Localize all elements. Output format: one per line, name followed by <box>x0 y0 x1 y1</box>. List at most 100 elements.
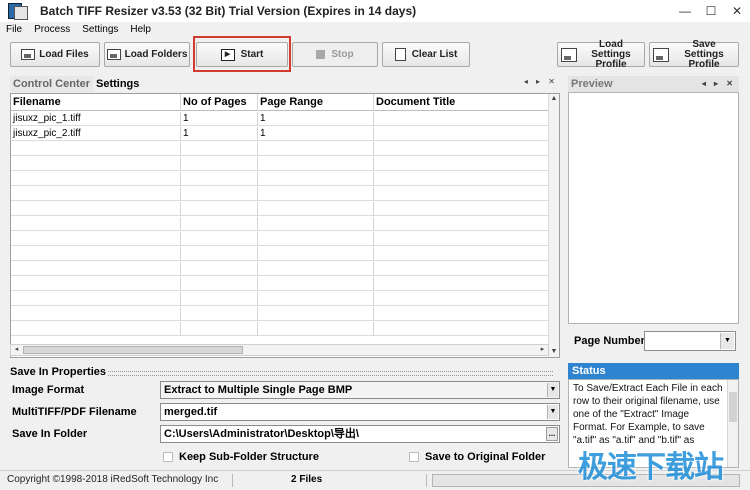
preview-title: Preview <box>571 78 613 90</box>
grid-vertical-scrollbar[interactable]: ▲ ▼ <box>548 94 559 357</box>
checkbox-icon[interactable] <box>163 452 173 462</box>
save-original-label: Save to Original Folder <box>425 451 546 463</box>
column-header-document-title[interactable]: Document Title <box>374 94 549 111</box>
save-original-checkbox[interactable]: Save to Original Folder <box>409 451 545 463</box>
save-folder-label: Save In Folder <box>12 428 88 440</box>
status-header: Status <box>568 363 739 379</box>
tab-scroll-arrows[interactable]: ◂ ▸ ✕ <box>524 77 558 86</box>
tab-settings[interactable]: Settings <box>93 76 142 92</box>
preview-area <box>568 92 739 324</box>
load-folders-label: Load Folders <box>124 49 188 60</box>
load-profile-label: Load Settings Profile <box>591 38 631 70</box>
file-grid: Filename No of Pages Page Range Document… <box>10 93 560 358</box>
multitiff-filename-value: merged.tif <box>164 406 218 418</box>
empty-row <box>11 172 549 186</box>
title-bar: Batch TIFF Resizer v3.53 (32 Bit) Trial … <box>0 0 750 22</box>
chevron-down-icon[interactable]: ▼ <box>547 383 558 397</box>
image-icon <box>21 49 36 60</box>
empty-row <box>11 202 549 216</box>
save-settings-profile-button[interactable]: Save Settings Profile <box>649 38 739 70</box>
empty-row <box>11 262 549 276</box>
empty-row <box>11 232 549 246</box>
load-settings-profile-button[interactable]: Load Settings Profile <box>557 38 645 70</box>
multitiff-filename-field[interactable]: merged.tif ▼ <box>160 403 560 421</box>
preview-scroll-arrows[interactable]: ◂ ▸ ✕ <box>702 76 736 92</box>
menu-process[interactable]: Process <box>28 24 76 35</box>
load-files-button[interactable]: Load Files <box>10 42 100 67</box>
browse-button[interactable]: ... <box>546 427 558 441</box>
column-header-page-range[interactable]: Page Range <box>258 94 374 111</box>
stop-button[interactable]: Stop <box>292 42 378 67</box>
save-profile-label: Save Settings Profile <box>684 38 724 70</box>
tab-control-center[interactable]: Control Center <box>10 76 93 92</box>
empty-row <box>11 247 549 261</box>
scroll-thumb[interactable] <box>23 346 243 354</box>
cell-page-range: 1 <box>258 112 374 126</box>
menu-file[interactable]: File <box>0 24 28 35</box>
empty-row <box>11 142 549 156</box>
menu-help[interactable]: Help <box>124 24 157 35</box>
empty-row <box>11 277 549 291</box>
empty-row <box>11 292 549 306</box>
scroll-right-icon[interactable]: ▸ <box>537 345 548 355</box>
menu-bar: File Process Settings Help <box>0 22 750 37</box>
scroll-left-icon[interactable]: ◂ <box>11 345 22 355</box>
load-files-label: Load Files <box>39 49 89 60</box>
checkbox-icon[interactable] <box>409 452 419 462</box>
column-header-filename[interactable]: Filename <box>11 94 181 111</box>
cell-filename: jisuxz_pic_2.tiff <box>11 127 181 141</box>
start-highlight-box <box>193 36 291 72</box>
empty-row <box>11 187 549 201</box>
file-count: 2 Files <box>291 474 323 485</box>
chevron-down-icon[interactable]: ▼ <box>547 405 558 419</box>
cell-document-title <box>374 112 549 126</box>
app-icon <box>8 1 30 21</box>
save-profile-icon <box>653 47 669 62</box>
multitiff-filename-label: MultiTIFF/PDF Filename <box>12 406 137 418</box>
document-icon <box>394 48 406 61</box>
cell-pages: 1 <box>181 127 258 141</box>
cell-document-title <box>374 127 549 141</box>
stop-label: Stop <box>331 49 354 60</box>
preview-header: Preview ◂ ▸ ✕ <box>568 76 739 92</box>
column-header-pages[interactable]: No of Pages <box>181 94 258 111</box>
save-props-title: Save In Properties <box>10 366 560 379</box>
minimize-button[interactable]: — <box>672 0 698 22</box>
tab-bar: Control Center Settings ◂ ▸ ✕ <box>10 76 560 92</box>
empty-row <box>11 217 549 231</box>
cell-page-range: 1 <box>258 127 374 141</box>
load-folders-button[interactable]: Load Folders <box>104 42 190 67</box>
page-number-select[interactable]: ▼ <box>644 331 736 351</box>
image-format-label: Image Format <box>12 384 85 396</box>
clear-list-button[interactable]: Clear List <box>382 42 470 67</box>
save-folder-value: C:\Users\Administrator\Desktop\导出\ <box>164 428 359 440</box>
save-folder-field[interactable]: C:\Users\Administrator\Desktop\导出\ ... <box>160 425 560 443</box>
grid-horizontal-scrollbar[interactable]: ◂ ▸ <box>10 344 549 356</box>
table-row[interactable]: jisuxz_pic_1.tiff 1 1 <box>11 112 549 126</box>
toolbar: Load Files Load Folders ▶ Start Stop Cle… <box>0 37 750 73</box>
stop-icon <box>316 50 326 59</box>
keep-subfolder-label: Keep Sub-Folder Structure <box>179 451 319 463</box>
load-profile-icon <box>561 47 577 62</box>
image-format-value: Extract to Multiple Single Page BMP <box>164 384 353 396</box>
empty-row <box>11 307 549 321</box>
page-number-label: Page Number <box>574 335 645 347</box>
empty-row <box>11 157 549 171</box>
scroll-up-icon[interactable]: ▲ <box>549 94 559 104</box>
maximize-button[interactable]: ☐ <box>698 0 724 22</box>
keep-subfolder-checkbox[interactable]: Keep Sub-Folder Structure <box>163 451 319 463</box>
table-row[interactable]: jisuxz_pic_2.tiff 1 1 <box>11 127 549 141</box>
status-separator <box>426 474 427 487</box>
close-button[interactable]: ✕ <box>724 0 750 22</box>
image-format-select[interactable]: Extract to Multiple Single Page BMP ▼ <box>160 381 560 399</box>
status-separator <box>232 474 233 487</box>
cell-pages: 1 <box>181 112 258 126</box>
menu-settings[interactable]: Settings <box>76 24 124 35</box>
grid-header: Filename No of Pages Page Range Document… <box>11 94 549 111</box>
scroll-down-icon[interactable]: ▼ <box>549 347 559 357</box>
watermark: 极速下载站 <box>578 450 724 485</box>
clear-list-label: Clear List <box>411 49 458 60</box>
window-title: Batch TIFF Resizer v3.53 (32 Bit) Trial … <box>40 4 417 18</box>
empty-row <box>11 322 549 336</box>
chevron-down-icon[interactable]: ▼ <box>720 333 734 349</box>
